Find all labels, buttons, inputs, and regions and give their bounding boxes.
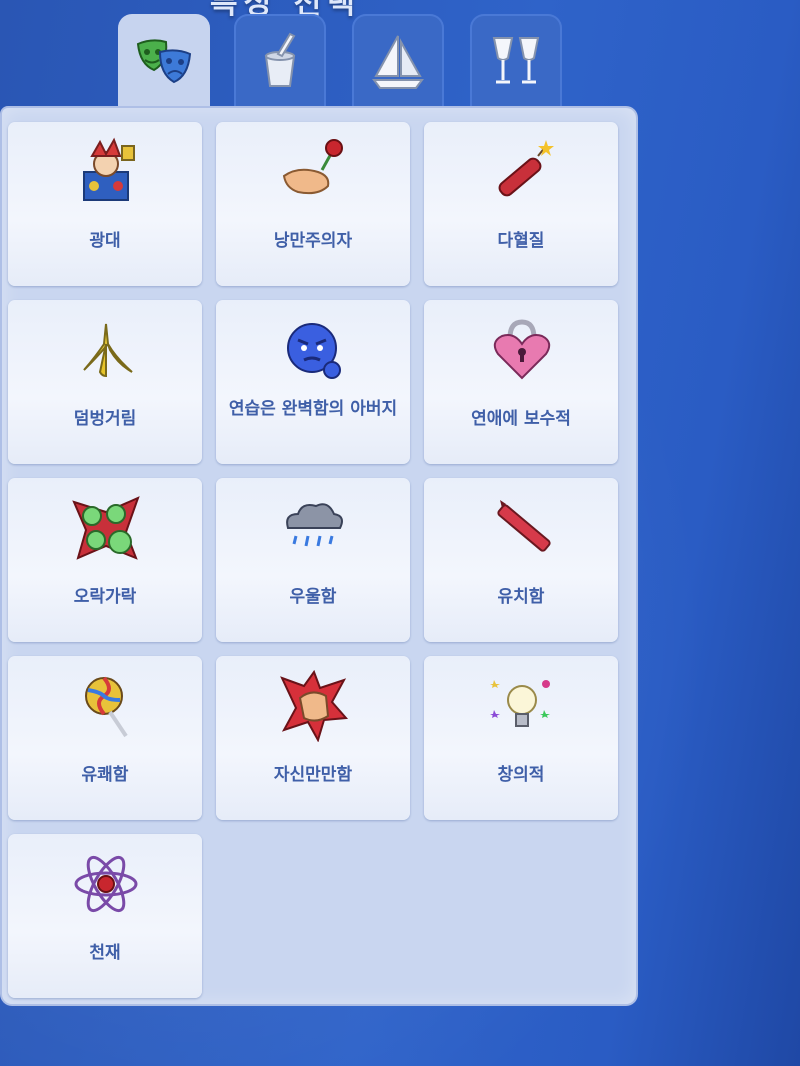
trait-label: 유치함 [497,587,545,607]
trait-label: 다혈질 [497,231,545,251]
dynamite-icon [498,140,554,197]
trait-card-creative[interactable]: 창의적 [424,656,618,820]
trait-card-romantic[interactable]: 낭만주의자 [216,122,410,286]
lollipop-icon [85,676,128,738]
fist-icon [280,670,349,742]
tab-social-traits[interactable] [470,14,562,110]
jester-box-icon [83,137,135,201]
banana-peel-icon [83,323,133,378]
trait-label: 덤벙거림 [73,409,137,429]
paint-bucket-icon [264,32,296,87]
champagne-glasses-icon [492,37,540,84]
tab-emotional-traits[interactable] [118,14,210,110]
tab-lifestyle-traits[interactable] [352,14,444,110]
sailboat-icon [372,35,424,89]
trait-label: 오락가락 [73,587,137,607]
trait-label: 우울함 [289,587,337,607]
angry-face-icon [287,323,341,379]
trait-card-hot-headed[interactable]: 다혈질 [424,122,618,286]
trait-card-clown[interactable]: 광대 [8,122,202,286]
trait-label: 연애에 보수적 [471,409,571,429]
trait-card-perfectionist[interactable]: 연습은 완벽함의 아버지 [216,300,410,464]
hand-rose-icon [282,139,343,195]
trait-label: 자신만만함 [273,765,353,785]
theater-masks-icon [136,39,192,84]
trait-card-self-assured[interactable]: 자신만만함 [216,656,410,820]
crayon-icon [497,500,551,552]
trait-label: 천재 [89,943,121,963]
trait-panel: 광대 낭만주의자 다혈질 덤벙거림 연습은 완벽함의 아버지 연애에 보수적 오… [2,108,636,1004]
trait-card-erratic[interactable]: 오락가락 [8,478,202,642]
heart-lock-icon [493,319,551,380]
trait-label: 광대 [89,231,121,251]
trait-label: 창의적 [497,765,545,785]
trait-card-genius[interactable]: 천재 [8,834,202,998]
trait-card-childish[interactable]: 유치함 [424,478,618,642]
rain-cloud-icon [286,503,343,547]
trait-card-clumsy[interactable]: 덤벙거림 [8,300,202,464]
mood-faces-icon [72,496,140,560]
trait-label: 낭만주의자 [273,231,353,251]
trait-card-gloomy[interactable]: 우울함 [216,478,410,642]
trait-card-cheerful[interactable]: 유쾌함 [8,656,202,820]
tab-hobby-traits[interactable] [234,14,326,110]
trait-label: 연습은 완벽함의 아버지 [228,399,398,419]
trait-label: 유쾌함 [81,765,129,785]
trait-category-tabs [118,14,578,110]
trait-card-conservative-in-love[interactable]: 연애에 보수적 [424,300,618,464]
atom-icon [74,855,138,913]
lightbulb-icon [490,680,550,727]
